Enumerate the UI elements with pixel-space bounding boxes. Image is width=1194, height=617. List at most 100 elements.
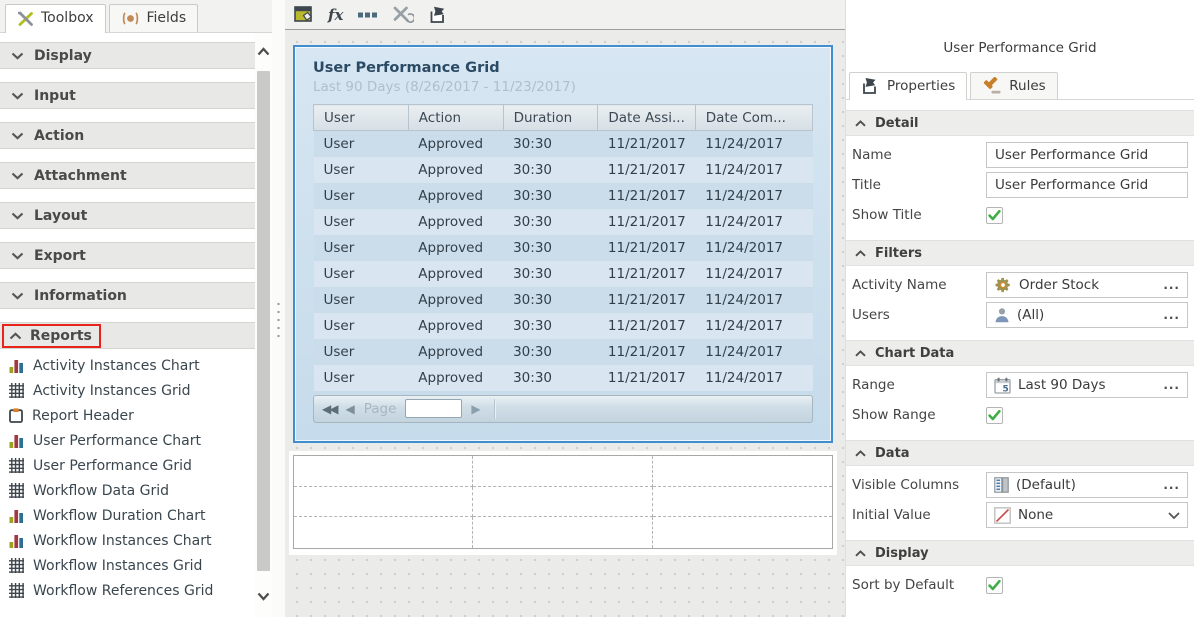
report-item-workflow-references-grid[interactable]: Workflow References Grid — [0, 578, 255, 603]
table-cell: User — [313, 130, 409, 157]
report-item-activity-instances-chart[interactable]: Activity Instances Chart — [0, 353, 255, 378]
scroll-down-icon[interactable] — [257, 592, 270, 601]
table-row: User Approved 30:30 11/21/2017 11/24/2017 — [313, 182, 813, 209]
edit-view-icon[interactable] — [294, 6, 313, 23]
ellipsis-button[interactable]: ... — [1163, 479, 1180, 491]
section-header-filters[interactable]: Filters — [846, 240, 1194, 266]
tools-refresh-icon[interactable] — [393, 6, 415, 23]
layout-cell[interactable] — [473, 456, 653, 487]
widget-subtitle: Last 90 Days (8/26/2017 - 11/23/2017) — [313, 79, 576, 95]
title-field[interactable] — [986, 172, 1188, 198]
panel-splitter[interactable] — [272, 0, 285, 617]
report-item-activity-instances-grid[interactable]: Activity Instances Grid — [0, 378, 255, 403]
table-cell: 11/24/2017 — [695, 312, 813, 339]
initial-value-dropdown[interactable]: None — [986, 502, 1188, 528]
ellipsis-button[interactable]: ... — [1163, 309, 1180, 321]
next-page-button[interactable]: ▶ — [471, 402, 480, 416]
report-designer: Toolbox Fields Display Input Action Attachm… — [0, 0, 1194, 617]
tab-fields[interactable]: Fields — [108, 4, 199, 32]
table-cell: User — [313, 260, 409, 287]
report-item-workflow-instances-grid[interactable]: Workflow Instances Grid — [0, 553, 255, 578]
table-cell: Approved — [408, 260, 504, 287]
table-cell: Approved — [408, 182, 504, 209]
section-header-display[interactable]: Display — [0, 42, 255, 69]
tag-outline-icon[interactable] — [429, 6, 447, 23]
section-header-action[interactable]: Action — [0, 122, 255, 149]
ellipsis-button[interactable]: ... — [1163, 379, 1180, 391]
sort-by-default-checkbox[interactable] — [986, 576, 1003, 594]
show-range-label: Show Range — [852, 407, 936, 423]
section-header-input[interactable]: Input — [0, 82, 255, 109]
section-header-data[interactable]: Data — [846, 440, 1194, 466]
report-item-workflow-data-grid[interactable]: Workflow Data Grid — [0, 478, 255, 503]
show-title-checkbox[interactable] — [986, 206, 1003, 224]
table-row: User Approved 30:30 11/21/2017 11/24/2017 — [313, 312, 813, 339]
name-field[interactable] — [986, 142, 1188, 168]
table-cell: Approved — [408, 286, 504, 313]
table-cell: User — [313, 338, 409, 365]
table-cell: Approved — [408, 208, 504, 235]
tab-toolbox[interactable]: Toolbox — [5, 4, 106, 33]
function-icon[interactable]: fx — [328, 6, 343, 24]
reports-highlight: Reports — [2, 323, 101, 348]
section-header-layout[interactable]: Layout — [0, 202, 255, 229]
visible-columns-picker[interactable]: (Default)... — [986, 472, 1188, 498]
tab-rules[interactable]: Rules — [970, 72, 1058, 99]
report-item-report-header[interactable]: Report Header — [0, 403, 255, 428]
layout-cell[interactable] — [473, 517, 653, 548]
layout-cell[interactable] — [653, 517, 832, 548]
section-header-chart-data[interactable]: Chart Data — [846, 340, 1194, 366]
title-label: Title — [852, 177, 881, 193]
table-row: User Approved 30:30 11/21/2017 11/24/2017 — [313, 286, 813, 313]
table-cell: 30:30 — [503, 364, 598, 391]
empty-layout-table[interactable] — [289, 451, 837, 555]
layout-cell[interactable] — [652, 487, 832, 518]
toolbox-scrollbar[interactable] — [255, 33, 272, 617]
table-cell: 11/21/2017 — [597, 338, 696, 365]
section-header-information[interactable]: Information — [0, 282, 255, 309]
section-header-export[interactable]: Export — [0, 242, 255, 269]
report-item-workflow-duration-chart[interactable]: Workflow Duration Chart — [0, 503, 255, 528]
layout-cell[interactable] — [294, 486, 474, 518]
section-label: Input — [34, 87, 76, 104]
range-picker[interactable]: 5 Last 90 Days... — [986, 372, 1188, 398]
tag-icon — [861, 77, 879, 94]
gear-icon — [994, 276, 1012, 294]
activity-name-picker[interactable]: Order Stock... — [986, 272, 1188, 298]
section-header-display[interactable]: Display — [846, 540, 1194, 566]
section-title: Chart Data — [875, 345, 955, 361]
report-item-label: Activity Instances Grid — [33, 382, 191, 399]
prev-page-button[interactable]: ◀ — [345, 402, 354, 416]
section-header-attachment[interactable]: Attachment — [0, 162, 255, 189]
dropdown-value: None — [1018, 507, 1054, 523]
tab-properties[interactable]: Properties — [849, 72, 968, 100]
first-page-button[interactable]: ◀◀ — [322, 402, 339, 416]
scroll-up-icon[interactable] — [257, 47, 270, 56]
layout-cell[interactable] — [473, 486, 653, 518]
table-cell: 30:30 — [503, 312, 598, 339]
ellipsis-button[interactable]: ... — [1163, 279, 1180, 291]
section-title: Data — [875, 445, 910, 461]
layout-cell[interactable] — [294, 517, 474, 548]
table-cell: 30:30 — [503, 338, 598, 365]
layout-cell[interactable] — [294, 456, 474, 487]
user-performance-grid-widget[interactable]: User Performance Grid Last 90 Days (8/26… — [293, 45, 833, 443]
show-range-checkbox[interactable] — [986, 406, 1003, 424]
scrollbar-thumb[interactable] — [257, 71, 270, 571]
page-input[interactable] — [405, 399, 463, 418]
report-item-user-performance-grid[interactable]: User Performance Grid — [0, 453, 255, 478]
toolbox-panel: Toolbox Fields Display Input Action Attachm… — [0, 0, 272, 617]
ellipsis-icon[interactable] — [358, 12, 378, 18]
section-header-detail[interactable]: Detail — [846, 110, 1194, 136]
initial-value-label: Initial Value — [852, 507, 931, 523]
layout-cell[interactable] — [652, 456, 832, 487]
section-header-reports[interactable]: Reports — [0, 322, 255, 349]
column-header-duration: Duration — [502, 104, 599, 131]
report-item-label: Activity Instances Chart — [33, 357, 200, 374]
table-cell: User — [313, 156, 409, 183]
users-picker[interactable]: (All)... — [986, 302, 1188, 328]
design-canvas[interactable]: User Performance Grid Last 90 Days (8/26… — [285, 30, 845, 617]
report-item-workflow-instances-chart[interactable]: Workflow Instances Chart — [0, 528, 255, 553]
chevron-down-icon — [11, 292, 24, 300]
report-item-user-performance-chart[interactable]: User Performance Chart — [0, 428, 255, 453]
